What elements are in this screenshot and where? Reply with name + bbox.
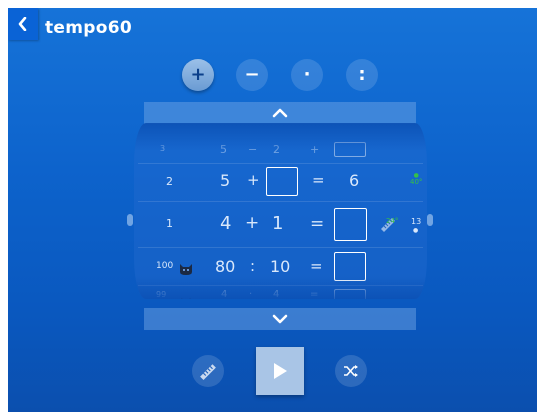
result-operator: + bbox=[310, 143, 320, 156]
operand-a: 4 bbox=[221, 289, 228, 300]
equals-sign: = bbox=[310, 257, 323, 275]
minus-operation-button[interactable]: − bbox=[236, 59, 268, 91]
right-edge-indicator bbox=[427, 214, 433, 226]
temperature-badge: ● 40° bbox=[410, 172, 423, 186]
operand-a: 80 bbox=[215, 257, 236, 276]
badge-value: 40° bbox=[410, 178, 423, 186]
multiply-label: · bbox=[303, 64, 311, 85]
equals-sign: = bbox=[312, 171, 325, 189]
operator: − bbox=[248, 143, 258, 156]
operand-b-box[interactable] bbox=[266, 167, 298, 196]
play-button[interactable] bbox=[256, 347, 304, 395]
chevron-down-icon bbox=[272, 314, 288, 324]
ruler-button[interactable] bbox=[192, 355, 224, 387]
equation-list[interactable]: 3 5 − 2 + 2 5 + = 6 ● 40° 1 4 + 1 = 24° … bbox=[134, 123, 427, 299]
operand-a: 5 bbox=[220, 143, 227, 156]
row-divider bbox=[138, 163, 423, 164]
app-window: tempo60 + − · : 3 5 − 2 + 2 5 + = 6 ● 40… bbox=[8, 8, 537, 412]
scroll-down-button[interactable] bbox=[144, 308, 416, 330]
operator: + bbox=[247, 171, 260, 189]
badge-value: 24° bbox=[386, 217, 399, 225]
row-number: 3 bbox=[160, 144, 166, 153]
row-number: 1 bbox=[166, 217, 173, 230]
divide-operation-button[interactable]: : bbox=[346, 59, 378, 91]
side-counter: 13 bbox=[411, 217, 422, 226]
answer-value: 6 bbox=[349, 171, 360, 190]
chevron-up-icon bbox=[272, 108, 288, 118]
equation-row[interactable]: 2 5 + = 6 ● 40° bbox=[134, 165, 427, 199]
row-number: 2 bbox=[166, 175, 173, 188]
equation-row-current[interactable]: 1 4 + 1 = 24° 13 ● bbox=[134, 204, 427, 244]
answer-box[interactable] bbox=[334, 289, 366, 299]
left-edge-indicator bbox=[127, 214, 133, 226]
equation-row[interactable]: 99 4 · 4 = bbox=[134, 287, 427, 299]
plus-label: + bbox=[190, 64, 206, 85]
operand-b: 4 bbox=[273, 289, 280, 300]
equation-row[interactable]: 100 80 : 10 = bbox=[134, 250, 427, 283]
play-icon bbox=[274, 363, 287, 379]
scroll-up-button[interactable] bbox=[144, 102, 416, 124]
answer-box[interactable] bbox=[334, 252, 366, 281]
row-divider bbox=[138, 201, 423, 202]
equation-row[interactable]: 3 5 − 2 + bbox=[134, 139, 427, 161]
divide-label: : bbox=[358, 64, 366, 85]
operand-b: 10 bbox=[270, 257, 291, 276]
row-number: 100 bbox=[156, 261, 174, 271]
operator: + bbox=[245, 213, 260, 233]
answer-box[interactable] bbox=[334, 208, 367, 241]
back-button[interactable] bbox=[8, 8, 38, 40]
multiply-operation-button[interactable]: · bbox=[291, 59, 323, 91]
minus-label: − bbox=[244, 64, 260, 85]
counter-dot: ● bbox=[413, 227, 419, 234]
plus-operation-button[interactable]: + bbox=[182, 59, 214, 91]
operator: · bbox=[249, 289, 253, 300]
equals-sign: = bbox=[310, 214, 325, 234]
operand-a: 5 bbox=[220, 171, 231, 190]
shuffle-button[interactable] bbox=[335, 355, 367, 387]
cat-icon bbox=[179, 260, 193, 279]
ruler-icon bbox=[200, 364, 216, 380]
operand-b: 2 bbox=[273, 143, 280, 156]
operator: : bbox=[250, 257, 256, 275]
row-divider bbox=[138, 285, 423, 286]
app-title: tempo60 bbox=[45, 18, 132, 38]
cat-icon bbox=[180, 290, 192, 299]
operand-b: 1 bbox=[272, 213, 284, 234]
row-divider bbox=[138, 247, 423, 248]
equals-sign: = bbox=[310, 289, 319, 300]
row-number: 99 bbox=[156, 290, 167, 299]
chevron-left-icon bbox=[18, 17, 27, 31]
shuffle-icon bbox=[344, 365, 358, 377]
answer-box[interactable] bbox=[334, 142, 366, 157]
operand-a: 4 bbox=[220, 213, 232, 234]
